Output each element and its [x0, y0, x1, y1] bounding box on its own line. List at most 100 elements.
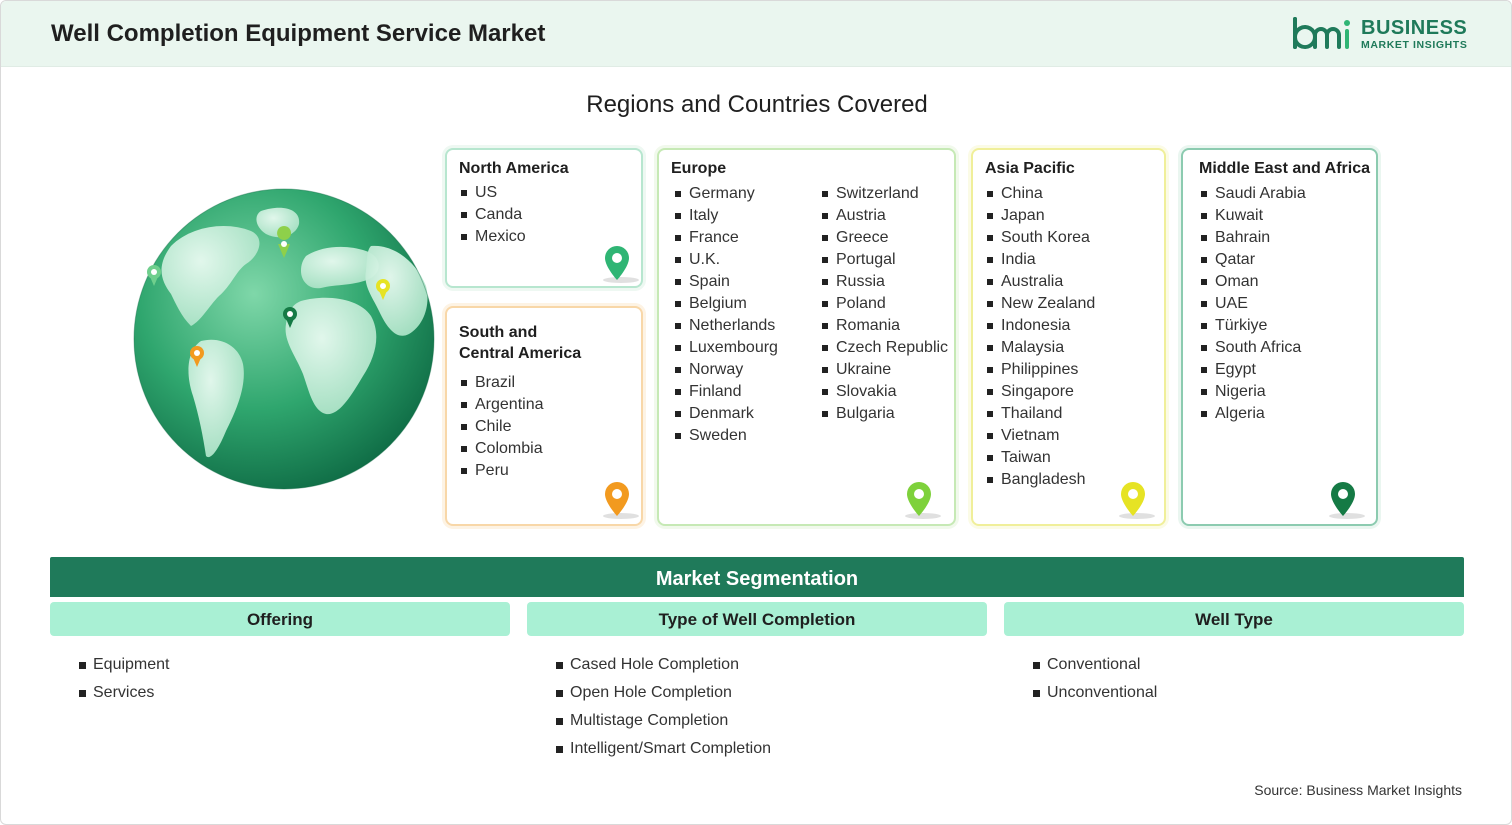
country-item: Bulgaria	[820, 403, 948, 425]
country-list-col2: Switzerland Austria Greece Portugal Russ…	[820, 183, 948, 425]
country-item: Denmark	[673, 403, 778, 425]
country-list-col1: Germany Italy France U.K. Spain Belgium …	[673, 183, 778, 447]
country-item: India	[985, 249, 1095, 271]
country-item: Australia	[985, 271, 1095, 293]
country-list: Saudi Arabia Kuwait Bahrain Qatar Oman U…	[1199, 183, 1306, 425]
country-item: Malaysia	[985, 337, 1095, 359]
region-name: Asia Pacific	[985, 160, 1075, 177]
country-item: Spain	[673, 271, 778, 293]
country-item: Netherlands	[673, 315, 778, 337]
country-item: Indonesia	[985, 315, 1095, 337]
region-card-middle-east-africa: Middle East and Africa Saudi Arabia Kuwa…	[1181, 148, 1378, 526]
country-item: Qatar	[1199, 249, 1306, 271]
country-item: Finland	[673, 381, 778, 403]
region-name: North America	[459, 160, 569, 177]
country-item: Vietnam	[985, 425, 1095, 447]
segment-item: Equipment	[79, 651, 170, 679]
country-item: Ukraine	[820, 359, 948, 381]
country-item: U.K.	[673, 249, 778, 271]
country-item: Türkiye	[1199, 315, 1306, 337]
country-item: Taiwan	[985, 447, 1095, 469]
segment-item: Conventional	[1033, 651, 1157, 679]
segment-item: Unconventional	[1033, 679, 1157, 707]
country-item: Brazil	[459, 372, 544, 394]
country-item: Czech Republic	[820, 337, 948, 359]
bmi-logo-icon	[1293, 17, 1350, 50]
country-item: Sweden	[673, 425, 778, 447]
region-card-asia-pacific: Asia Pacific China Japan South Korea Ind…	[971, 148, 1166, 526]
country-item: Nigeria	[1199, 381, 1306, 403]
country-list: US Canda Mexico	[459, 182, 526, 248]
map-pin-icon	[603, 482, 639, 519]
infographic-frame: Well Completion Equipment Service Market…	[0, 0, 1512, 825]
country-item: Mexico	[459, 226, 526, 248]
segment-item: Open Hole Completion	[556, 679, 771, 707]
region-name: Middle East and Africa	[1199, 160, 1370, 177]
segment-heading-well-type: Well Type	[1004, 602, 1464, 636]
segment-item: Cased Hole Completion	[556, 651, 771, 679]
country-list: Brazil Argentina Chile Colombia Peru	[459, 372, 544, 482]
country-item: Russia	[820, 271, 948, 293]
country-item: Poland	[820, 293, 948, 315]
segment-heading-type-of-well-completion: Type of Well Completion	[527, 602, 987, 636]
country-item: Luxembourg	[673, 337, 778, 359]
country-item: Norway	[673, 359, 778, 381]
segment-item: Multistage Completion	[556, 707, 771, 735]
globe-illustration	[133, 188, 435, 490]
country-item: Slovakia	[820, 381, 948, 403]
segment-list-well-type: Conventional Unconventional	[1033, 651, 1157, 707]
country-item: South Korea	[985, 227, 1095, 249]
region-card-europe: Europe Germany Italy France U.K. Spain B…	[657, 148, 956, 526]
country-item: Thailand	[985, 403, 1095, 425]
country-item: US	[459, 182, 526, 204]
country-item: Philippines	[985, 359, 1095, 381]
region-name: South and Central America	[459, 322, 581, 364]
header-bar: Well Completion Equipment Service Market…	[1, 1, 1511, 67]
country-item: Argentina	[459, 394, 544, 416]
segment-list-type-of-well-completion: Cased Hole Completion Open Hole Completi…	[556, 651, 771, 763]
country-item: Saudi Arabia	[1199, 183, 1306, 205]
country-item: Egypt	[1199, 359, 1306, 381]
country-item: Greece	[820, 227, 948, 249]
country-item: Japan	[985, 205, 1095, 227]
map-pin-icon	[603, 246, 639, 283]
country-item: Colombia	[459, 438, 544, 460]
region-name-line2: Central America	[459, 345, 582, 362]
country-item: Algeria	[1199, 403, 1306, 425]
country-item: Italy	[673, 205, 778, 227]
country-item: UAE	[1199, 293, 1306, 315]
segment-heading-offering: Offering	[50, 602, 510, 636]
country-item: South Africa	[1199, 337, 1306, 359]
logo-text-market-insights: MARKET INSIGHTS	[1361, 39, 1468, 51]
country-item: Austria	[820, 205, 948, 227]
segment-list-offering: Equipment Services	[79, 651, 170, 707]
country-item: Canda	[459, 204, 526, 226]
segment-item: Services	[79, 679, 170, 707]
brand-logo: BUSINESS MARKET INSIGHTS	[1291, 15, 1471, 55]
map-pin-icon	[905, 482, 941, 519]
country-item: Chile	[459, 416, 544, 438]
country-item: France	[673, 227, 778, 249]
country-list: China Japan South Korea India Australia …	[985, 183, 1095, 491]
region-name-line1: South and	[459, 324, 538, 341]
region-name: Europe	[671, 160, 727, 177]
country-item: Switzerland	[820, 183, 948, 205]
region-card-north-america: North America US Canda Mexico	[445, 148, 643, 288]
country-item: Bahrain	[1199, 227, 1306, 249]
segment-item: Intelligent/Smart Completion	[556, 735, 771, 763]
country-item: Bangladesh	[985, 469, 1095, 491]
regions-title: Regions and Countries Covered	[586, 91, 928, 118]
country-item: New Zealand	[985, 293, 1095, 315]
country-item: Peru	[459, 460, 544, 482]
source-note: Source: Business Market Insights	[1254, 782, 1462, 798]
logo-text-business: BUSINESS	[1361, 17, 1468, 39]
segmentation-title-bar: Market Segmentation	[50, 557, 1464, 597]
country-item: Oman	[1199, 271, 1306, 293]
country-item: Germany	[673, 183, 778, 205]
country-item: China	[985, 183, 1095, 205]
page-title: Well Completion Equipment Service Market	[51, 20, 546, 47]
region-card-south-central-america: South and Central America Brazil Argenti…	[445, 306, 643, 526]
map-pin-icon	[1329, 482, 1365, 519]
country-item: Belgium	[673, 293, 778, 315]
country-item: Portugal	[820, 249, 948, 271]
